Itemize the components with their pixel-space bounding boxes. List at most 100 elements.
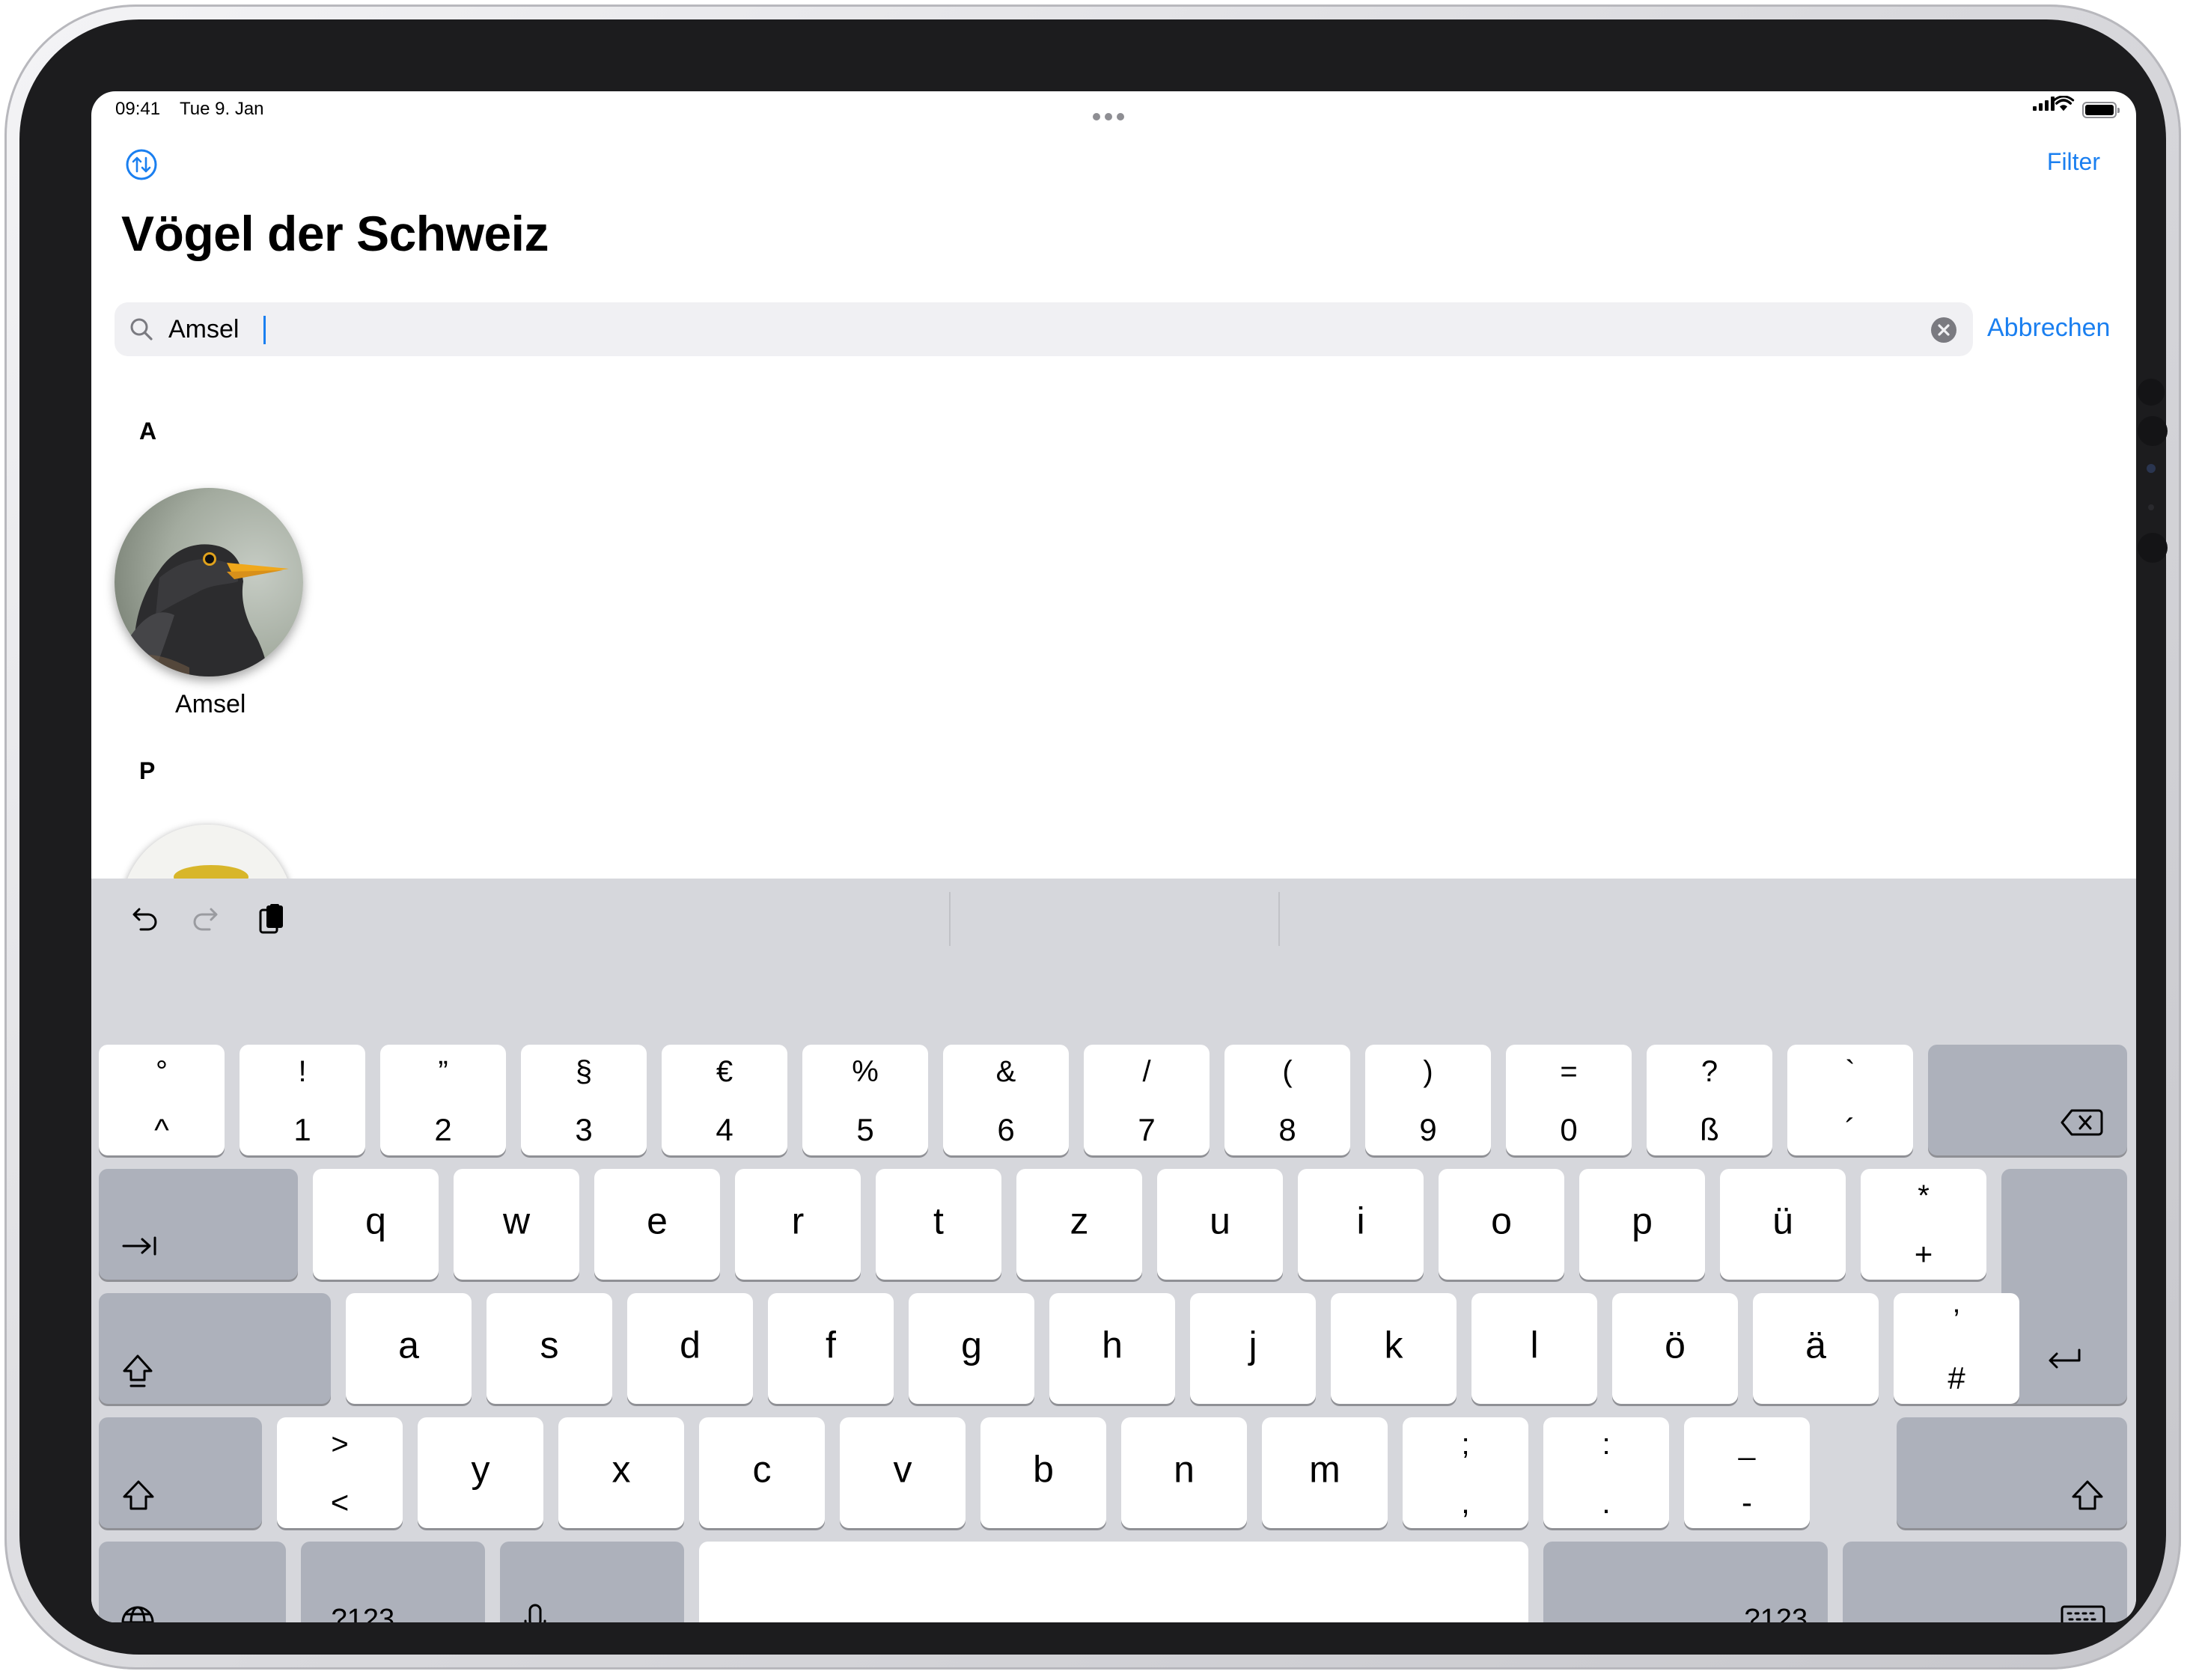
key-y[interactable]: y: [418, 1417, 543, 1528]
tab-key[interactable]: [99, 1169, 298, 1280]
key-4[interactable]: €4: [662, 1045, 787, 1155]
key-label: j: [1248, 1324, 1257, 1366]
key-label: +: [1914, 1236, 1933, 1271]
key-x[interactable]: x: [558, 1417, 684, 1528]
key-,[interactable]: ;,: [1403, 1417, 1528, 1528]
key-c[interactable]: c: [699, 1417, 825, 1528]
shift-key-right[interactable]: [1897, 1417, 2127, 1528]
key-i[interactable]: i: [1298, 1169, 1424, 1280]
key-label-shift: =: [1560, 1055, 1578, 1088]
key-ü[interactable]: ü: [1720, 1169, 1846, 1280]
key-label: t: [933, 1200, 944, 1242]
key-ä[interactable]: ä: [1753, 1293, 1879, 1404]
wifi-icon: [2052, 96, 2075, 112]
key-label: s: [540, 1324, 559, 1366]
sort-icon[interactable]: [125, 148, 158, 181]
key-label: ^: [154, 1112, 169, 1147]
shift-icon: [2072, 1480, 2103, 1510]
key-label: ß: [1700, 1112, 1719, 1147]
key-label: x: [611, 1448, 631, 1491]
key-g[interactable]: g: [909, 1293, 1034, 1404]
key-o[interactable]: o: [1439, 1169, 1564, 1280]
key-e[interactable]: e: [594, 1169, 720, 1280]
key-ö[interactable]: ö: [1612, 1293, 1738, 1404]
filter-button[interactable]: Filter: [2047, 148, 2100, 176]
key-l[interactable]: l: [1471, 1293, 1597, 1404]
key-v[interactable]: v: [840, 1417, 966, 1528]
key-hash[interactable]: ’ #: [1894, 1293, 2019, 1404]
toolbar-divider: [949, 892, 951, 946]
key-label: .?123: [323, 1604, 395, 1622]
key-u[interactable]: u: [1157, 1169, 1283, 1280]
key-label: 4: [716, 1112, 733, 1147]
key-label: .?123: [1736, 1604, 1808, 1622]
redo-icon[interactable]: [189, 901, 226, 938]
return-key[interactable]: [2001, 1169, 2127, 1404]
key-7[interactable]: /7: [1084, 1045, 1210, 1155]
key--[interactable]: _ -: [1684, 1417, 1810, 1528]
key-z[interactable]: z: [1016, 1169, 1142, 1280]
key-p[interactable]: p: [1579, 1169, 1705, 1280]
key-label-shift: >: [331, 1428, 349, 1461]
key-9[interactable]: ) 9: [1365, 1045, 1491, 1155]
key-6[interactable]: & 6: [943, 1045, 1069, 1155]
key-3[interactable]: § 3: [521, 1045, 647, 1155]
clear-search-icon[interactable]: [1931, 317, 1956, 343]
key-^[interactable]: ° ^: [99, 1045, 225, 1155]
key-8[interactable]: (8: [1224, 1045, 1350, 1155]
key-ß[interactable]: ? ß: [1647, 1045, 1772, 1155]
key-less-than[interactable]: > <: [277, 1417, 403, 1528]
dictation-key[interactable]: [500, 1542, 684, 1622]
key-d[interactable]: d: [627, 1293, 753, 1404]
key-5[interactable]: % 5: [802, 1045, 928, 1155]
undo-icon[interactable]: [124, 901, 162, 938]
key-t[interactable]: t: [876, 1169, 1001, 1280]
keyboard-dismiss-icon: [2061, 1605, 2105, 1622]
search-input[interactable]: [168, 308, 1890, 350]
numbers-key-right[interactable]: .?123: [1543, 1542, 1828, 1622]
key-b[interactable]: b: [980, 1417, 1106, 1528]
key-h[interactable]: h: [1049, 1293, 1175, 1404]
key-plus[interactable]: * +: [1861, 1169, 1986, 1280]
key-m[interactable]: m: [1262, 1417, 1388, 1528]
amsel-photo: [115, 488, 303, 676]
key-q[interactable]: q: [313, 1169, 439, 1280]
key-f[interactable]: f: [768, 1293, 894, 1404]
key-label-shift: ): [1423, 1055, 1433, 1088]
key-´[interactable]: ` ´: [1787, 1045, 1913, 1155]
key-r[interactable]: r: [735, 1169, 861, 1280]
key-w[interactable]: w: [454, 1169, 579, 1280]
key-0[interactable]: = 0: [1506, 1045, 1632, 1155]
return-icon: [2049, 1348, 2081, 1369]
key-label: k: [1384, 1324, 1403, 1366]
space-key[interactable]: [699, 1542, 1528, 1622]
key-label: b: [1033, 1448, 1054, 1491]
backspace-key[interactable]: [1928, 1045, 2127, 1155]
bird-avatar-amsel[interactable]: [115, 488, 303, 676]
bird-name-amsel[interactable]: Amsel: [175, 690, 245, 719]
key-label: e: [647, 1200, 668, 1242]
key-a[interactable]: a: [346, 1293, 472, 1404]
key-j[interactable]: j: [1190, 1293, 1316, 1404]
numbers-key-left[interactable]: .?123: [301, 1542, 485, 1622]
shift-key-left[interactable]: [99, 1417, 262, 1528]
caps-lock-key[interactable]: [99, 1293, 331, 1404]
paste-icon[interactable]: [253, 901, 290, 938]
key-.[interactable]: :.: [1543, 1417, 1669, 1528]
key-1[interactable]: ! 1: [240, 1045, 365, 1155]
shift-icon: [123, 1480, 154, 1510]
key-label: ü: [1772, 1200, 1793, 1242]
key-n[interactable]: n: [1121, 1417, 1247, 1528]
battery-icon: [2082, 102, 2120, 118]
key-s[interactable]: s: [487, 1293, 612, 1404]
multitasking-dots-icon[interactable]: [1093, 105, 1129, 126]
key-k[interactable]: k: [1331, 1293, 1457, 1404]
status-bar: 09:41 Tue 9. Jan: [91, 91, 2136, 129]
cancel-search-button[interactable]: Abbrechen: [1987, 314, 2110, 343]
hide-keyboard-key[interactable]: [1843, 1542, 2127, 1622]
key-2[interactable]: ” 2: [380, 1045, 506, 1155]
key-label-shift: /: [1142, 1055, 1151, 1088]
globe-key[interactable]: [99, 1542, 286, 1622]
key-label-shift: %: [852, 1055, 879, 1088]
search-bar[interactable]: [115, 302, 1973, 356]
